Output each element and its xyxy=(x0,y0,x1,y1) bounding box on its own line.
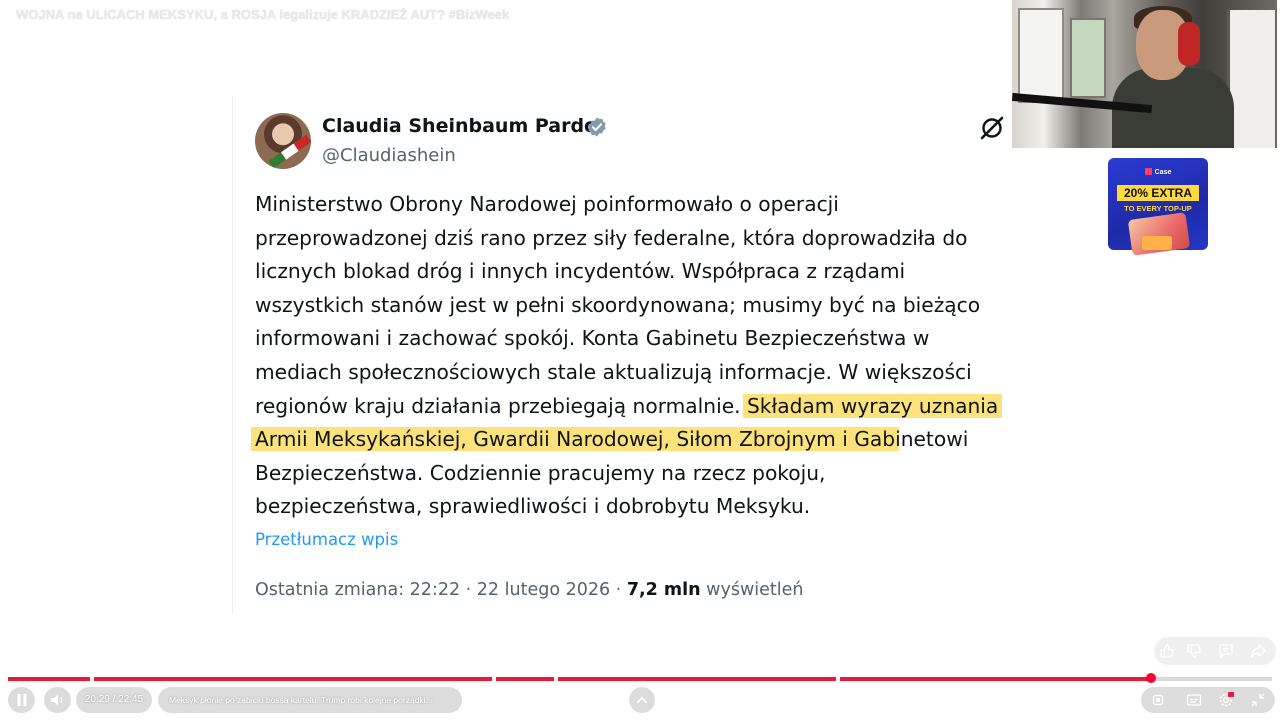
tweet-line: Ministerstwo Obrony Narodowej poinformow… xyxy=(255,192,839,216)
tweet-timestamp: Ostatnia zmiana: 22:22 · 22 lutego 2026 … xyxy=(255,580,627,600)
comment-icon[interactable] xyxy=(1218,643,1234,659)
verified-badge-icon xyxy=(588,117,606,137)
tweet-line-text: regionów kraju działania przebiegają nor… xyxy=(255,393,747,418)
tweet-line: informowani i zachować spokój. Konta Gab… xyxy=(255,326,930,351)
ad-headline: 20% EXTRA xyxy=(1117,185,1199,201)
more-videos-button[interactable] xyxy=(629,687,655,713)
progress-segment xyxy=(496,677,554,681)
chapter-title: Meksyk płonie po zabiciu bossa kartelu. … xyxy=(169,695,428,705)
miniplayer-icon[interactable] xyxy=(1150,692,1166,708)
author-name[interactable]: Claudia Sheinbaum Pardo xyxy=(322,115,597,137)
tweet-line: wszystkich stanów jest w pełni skoordyno… xyxy=(255,292,981,317)
pause-button[interactable] xyxy=(8,687,35,713)
like-icon[interactable] xyxy=(1159,643,1175,659)
avatar[interactable] xyxy=(255,113,311,169)
progress-segment xyxy=(8,677,90,681)
settings-icon[interactable] xyxy=(1218,692,1234,708)
progress-remaining xyxy=(1150,677,1272,681)
sponsor-ad[interactable]: Case 20% EXTRA TO EVERY TOP-UP xyxy=(1108,158,1208,256)
progress-segment xyxy=(840,677,1150,681)
chapter-button[interactable]: Meksyk płonie po zabiciu bossa kartelu. … xyxy=(158,687,462,713)
webcam-overlay xyxy=(1012,0,1277,148)
chevron-up-icon xyxy=(637,696,647,703)
subtitles-icon[interactable] xyxy=(1186,692,1202,708)
scrubber-handle[interactable] xyxy=(1146,673,1156,683)
video-title: WOJNA na ULICACH MEKSYKU, a ROSJA legali… xyxy=(16,7,510,22)
tweet-line: przeprowadzonej dziś rano przez siły fed… xyxy=(255,225,968,250)
progress-segment xyxy=(94,677,492,681)
ad-subline: TO EVERY TOP-UP xyxy=(1124,204,1192,213)
share-icon[interactable] xyxy=(1250,643,1266,659)
ad-brand: Case xyxy=(1108,168,1208,176)
highlighted-text: Składam wyrazy uznania xyxy=(746,393,999,418)
tweet-meta: Ostatnia zmiana: 22:22 · 22 lutego 2026 … xyxy=(255,580,803,600)
volume-icon xyxy=(51,694,63,706)
video-actions-bar xyxy=(1154,637,1276,665)
volume-button[interactable] xyxy=(44,687,71,713)
tweet-line: licznych blokad dróg i innych incydentów… xyxy=(255,259,906,284)
tweet-line-text: inetowi xyxy=(895,427,969,452)
tweet-text: Ministerstwo Obrony Narodowej poinformow… xyxy=(255,188,1055,524)
x-logo-icon xyxy=(980,116,1004,140)
pause-icon xyxy=(17,694,27,706)
right-controls xyxy=(1141,687,1275,713)
progress-bar[interactable] xyxy=(8,677,1272,681)
tweet-line: bezpieczeństwa, sprawiedliwości i dobrob… xyxy=(255,494,811,519)
views-count: 7,2 mln xyxy=(626,580,701,600)
tweet-card: Claudia Sheinbaum Pardo @Claudiashein Mi… xyxy=(232,96,1052,614)
ad-coin-graphic xyxy=(1142,236,1172,250)
tweet-line: Bezpieczeństwa. Codziennie pracujemy na … xyxy=(255,460,826,485)
time-display: 20:29 / 22:45 xyxy=(76,687,152,713)
highlighted-text: Armii Meksykańskiej, Gwardii Narodowej, … xyxy=(255,427,896,452)
chapter-chevron-icon: › xyxy=(430,695,434,705)
translate-post-link[interactable]: Przetłumacz wpis xyxy=(255,530,398,549)
tweet-line: regionów kraju działania przebiegają nor… xyxy=(255,390,1055,424)
exit-fullscreen-icon[interactable] xyxy=(1250,692,1266,708)
author-handle[interactable]: @Claudiashein xyxy=(322,145,456,166)
progress-segment xyxy=(558,677,836,681)
dislike-icon[interactable] xyxy=(1186,643,1202,659)
tweet-line: mediach społecznościowych stale aktualiz… xyxy=(255,359,972,384)
views-label: wyświetleń xyxy=(700,580,804,600)
tweet-line: Armii Meksykańskiej, Gwardii Narodowej, … xyxy=(255,423,1055,457)
